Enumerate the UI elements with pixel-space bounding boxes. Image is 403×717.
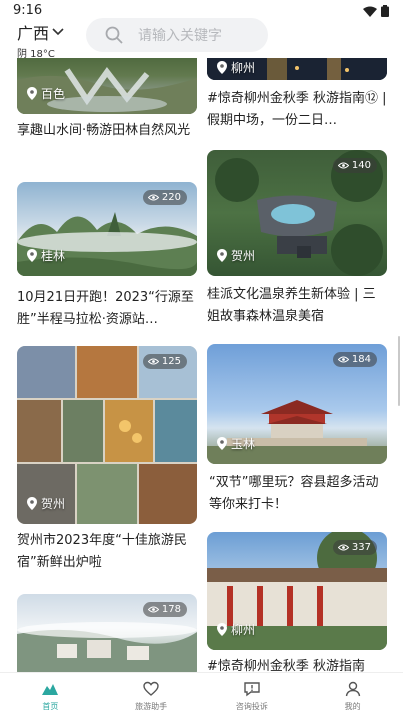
location-name: 贺州 — [41, 497, 66, 511]
feed-card[interactable]: 百色 享趣山水间·畅游田林自然风光 — [17, 58, 197, 164]
card-image: 337 柳州 — [207, 532, 387, 650]
location-pin-icon — [27, 87, 37, 100]
eye-icon — [337, 162, 349, 169]
message-icon — [244, 682, 260, 697]
city-name: 广西 — [17, 24, 50, 43]
user-icon — [345, 681, 360, 697]
view-count: 337 — [351, 542, 371, 553]
card-image: 184 玉林 — [207, 344, 387, 464]
location-tag: 柳州 — [217, 621, 255, 638]
feed-card[interactable]: 178 — [17, 594, 197, 672]
card-image: 百色 — [17, 58, 197, 114]
view-count-badge: 220 — [142, 190, 187, 205]
eye-icon — [147, 194, 159, 201]
view-count-badge: 125 — [142, 354, 187, 369]
view-count-badge: 178 — [142, 602, 187, 617]
tab-complaints[interactable]: 咨询投诉 — [202, 673, 303, 717]
search-input[interactable]: 请输入关键字 — [138, 25, 222, 45]
location-name: 柳州 — [231, 61, 256, 75]
card-title: 10月21日开跑！2023“行源至胜”半程马拉松·资源站… — [17, 290, 194, 327]
eye-icon — [337, 544, 349, 551]
bottom-tab-bar: 首页 旅游助手 咨询投诉 我的 — [0, 672, 403, 717]
location-tag: 贺州 — [217, 247, 255, 264]
view-count: 220 — [161, 192, 181, 203]
location-pin-icon — [217, 623, 227, 636]
feed-card[interactable]: 140 贺州 桂派文化温泉养生新体验 | 三姐故事森林温泉美宿 — [207, 150, 387, 328]
status-time: 9:16 — [13, 3, 43, 18]
content-feed[interactable]: 百色 享趣山水间·畅游田林自然风光 柳州 #惊奇柳州金秋季 秋游指南⑫ | 假期… — [0, 58, 403, 672]
mountain-home-icon — [42, 684, 59, 695]
view-count: 184 — [351, 354, 371, 365]
view-count-badge: 140 — [332, 158, 377, 173]
eye-icon — [337, 356, 349, 363]
card-image: 柳州 — [207, 58, 387, 80]
feed-card[interactable]: 337 柳州 #惊奇柳州金秋季 秋游指南 — [207, 532, 387, 672]
card-title: 桂派文化温泉养生新体验 | 三姐故事森林温泉美宿 — [207, 287, 376, 324]
feed-card[interactable]: 柳州 #惊奇柳州金秋季 秋游指南⑫ | 假期中场，一份二日… — [207, 58, 387, 132]
location-tag: 贺州 — [27, 495, 65, 512]
view-count-badge: 184 — [332, 352, 377, 367]
scroll-indicator[interactable] — [398, 336, 400, 406]
battery-icon — [381, 5, 389, 17]
eye-icon — [147, 358, 159, 365]
location-selector[interactable]: 广西 阴 18°C — [17, 20, 64, 60]
card-title: #惊奇柳州金秋季 秋游指南 — [207, 659, 366, 672]
search-bar[interactable]: 请输入关键字 — [86, 18, 268, 52]
wifi-icon — [363, 6, 377, 17]
location-pin-icon — [27, 249, 37, 262]
card-title: 贺州市2023年度“十佳旅游民宿”新鲜出炉啦 — [17, 533, 187, 570]
card-image: 140 贺州 — [207, 150, 387, 276]
view-count-badge: 337 — [332, 540, 377, 555]
card-image: 220 桂林 — [17, 182, 197, 276]
eye-icon — [147, 606, 159, 613]
location-name: 桂林 — [41, 249, 66, 263]
location-pin-icon — [217, 437, 227, 450]
heart-icon — [143, 681, 159, 696]
card-image: 125 贺州 — [17, 346, 197, 524]
tab-label: 我的 — [344, 702, 361, 711]
card-title: #惊奇柳州金秋季 秋游指南⑫ | 假期中场，一份二日… — [207, 91, 387, 128]
location-pin-icon — [217, 249, 227, 262]
card-title: 享趣山水间·畅游田林自然风光 — [17, 123, 191, 138]
location-name: 柳州 — [231, 623, 256, 637]
chevron-down-icon — [52, 28, 64, 36]
view-count: 140 — [351, 160, 371, 171]
card-title: “双节”哪里玩？容县超多活动等你来打卡！ — [209, 475, 379, 512]
search-icon — [105, 26, 123, 44]
tab-label: 首页 — [42, 702, 59, 711]
location-pin-icon — [27, 497, 37, 510]
feed-card[interactable]: 184 玉林 “双节”哪里玩？容县超多活动等你来打卡！ — [207, 344, 387, 516]
location-name: 贺州 — [231, 249, 256, 263]
feed-card[interactable]: 125 贺州 贺州市2023年度“十佳旅游民宿”新鲜出炉啦 — [17, 346, 197, 574]
tab-label: 咨询投诉 — [235, 702, 268, 711]
header: 广西 阴 18°C 请输入关键字 — [0, 18, 403, 60]
location-tag: 百色 — [27, 85, 65, 102]
view-count: 125 — [161, 356, 181, 367]
location-tag: 桂林 — [27, 247, 65, 264]
location-pin-icon — [217, 61, 227, 74]
tab-home[interactable]: 首页 — [0, 673, 101, 717]
system-icons — [363, 5, 389, 17]
feed-card[interactable]: 220 桂林 10月21日开跑！2023“行源至胜”半程马拉松·资源站… — [17, 182, 197, 331]
tab-label: 旅游助手 — [135, 702, 168, 711]
location-name: 玉林 — [231, 437, 256, 451]
view-count: 178 — [161, 604, 181, 615]
location-tag: 玉林 — [217, 435, 255, 452]
location-name: 百色 — [41, 87, 66, 101]
card-image: 178 — [17, 594, 197, 672]
location-tag: 柳州 — [217, 59, 255, 76]
tab-profile[interactable]: 我的 — [302, 673, 403, 717]
tab-travel-assistant[interactable]: 旅游助手 — [101, 673, 202, 717]
city-name-row[interactable]: 广西 — [17, 20, 64, 44]
